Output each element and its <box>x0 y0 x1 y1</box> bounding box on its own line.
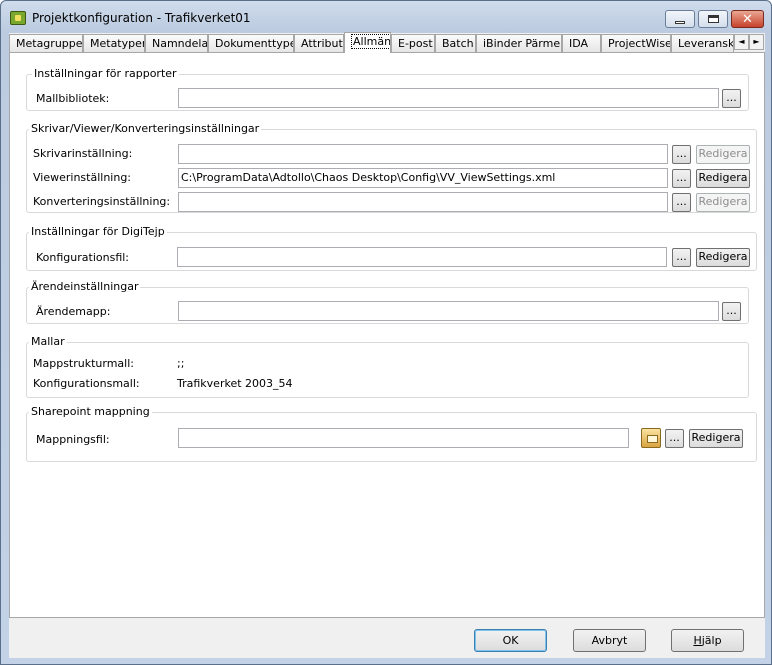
konfigurationsfil-field[interactable] <box>177 247 667 267</box>
konfigurationsmall-label: Konfigurationsmall: <box>33 377 140 390</box>
tab-e-post[interactable]: E-post <box>391 34 435 52</box>
mappstrukturmall-label: Mappstrukturmall: <box>33 357 134 370</box>
help-mnemonic: H <box>693 634 702 647</box>
mallbibliotek-field[interactable] <box>178 88 719 108</box>
group-digitejp: Inställningar för DigiTejp Konfiguration… <box>26 225 757 271</box>
tab-ida[interactable]: IDA <box>562 34 601 52</box>
skrivarinstallning-edit-button[interactable]: Redigera <box>696 145 750 164</box>
mappstrukturmall-value: ;; <box>177 357 185 370</box>
tab-allmant[interactable]: Allmänt <box>344 32 391 53</box>
konfigurationsfil-edit-button[interactable]: Redigera <box>696 248 750 267</box>
tab-attribut[interactable]: Attribut <box>294 34 344 52</box>
skrivarinstallning-label: Skrivarinställning: <box>33 147 133 160</box>
arrow-left-icon: ◄ <box>738 37 745 46</box>
tab-strip: Metagrupper Metatyper Namndelar Dokument… <box>9 32 765 53</box>
title-bar[interactable]: Projektkonfiguration - Trafikverket01 ✕ <box>1 1 771 33</box>
viewerinstallning-edit-button[interactable]: Redigera <box>696 169 750 188</box>
close-icon: ✕ <box>742 11 753 27</box>
group-title: Mallar <box>29 335 67 348</box>
open-folder-icon[interactable] <box>641 428 661 448</box>
tab-projectwise[interactable]: ProjectWise <box>601 34 671 52</box>
skrivarinstallning-browse-button[interactable]: ... <box>672 145 691 164</box>
maximize-icon <box>707 15 719 23</box>
tab-scroll-left-button[interactable]: ◄ <box>734 34 749 50</box>
konverteringsinstallning-edit-button[interactable]: Redigera <box>696 193 750 212</box>
arendemapp-browse-button[interactable]: ... <box>722 302 741 321</box>
close-button[interactable]: ✕ <box>731 10 764 28</box>
group-title: Sharepoint mappning <box>29 405 152 418</box>
mallbibliotek-browse-button[interactable]: ... <box>722 89 741 108</box>
konfigurationsfil-browse-button[interactable]: ... <box>672 248 691 267</box>
skrivarinstallning-field[interactable] <box>178 144 668 164</box>
group-skrivar-viewer: Skrivar/Viewer/Konverteringsinställninga… <box>26 122 757 213</box>
konverteringsinstallning-label: Konverteringsinställning: <box>33 195 171 208</box>
konfigurationsfil-label: Konfigurationsfil: <box>36 251 130 264</box>
tab-ibinder-parmen[interactable]: iBinder Pärmen <box>476 34 562 52</box>
window-title: Projektkonfiguration - Trafikverket01 <box>32 11 251 25</box>
mappningsfil-edit-button[interactable]: Redigera <box>689 429 743 448</box>
group-sharepoint: Sharepoint mappning Mappningsfil: ... Re… <box>26 405 757 462</box>
minimize-icon <box>675 20 685 24</box>
mallbibliotek-label: Mallbibliotek: <box>36 92 110 105</box>
maximize-button[interactable] <box>698 10 728 28</box>
tab-leveranskontroll[interactable]: Leveransko <box>671 34 734 52</box>
help-label: jälp <box>701 634 722 647</box>
mappningsfil-field[interactable] <box>178 428 629 448</box>
viewerinstallning-browse-button[interactable]: ... <box>672 169 691 188</box>
arrow-right-icon: ► <box>753 37 760 46</box>
tab-namndelar[interactable]: Namndelar <box>145 34 208 52</box>
ok-button[interactable]: OK <box>474 629 547 652</box>
group-mallar: Mallar Mappstrukturmall: ;; Konfiguratio… <box>26 335 749 398</box>
mappningsfil-browse-button[interactable]: ... <box>665 429 684 448</box>
group-title: Inställningar för DigiTejp <box>29 225 167 238</box>
viewerinstallning-label: Viewerinställning: <box>33 171 132 184</box>
group-title: Ärendeinställningar <box>29 280 141 293</box>
minimize-button[interactable] <box>665 10 695 28</box>
konverteringsinstallning-field[interactable] <box>178 192 668 212</box>
tab-dokumenttyper[interactable]: Dokumenttyper <box>208 34 294 52</box>
mappningsfil-label: Mappningsfil: <box>36 433 110 446</box>
arendemapp-field[interactable] <box>178 301 719 321</box>
viewerinstallning-field[interactable]: C:\ProgramData\Adtollo\Chaos Desktop\Con… <box>178 168 668 188</box>
group-title: Skrivar/Viewer/Konverteringsinställninga… <box>29 122 262 135</box>
konfigurationsmall-value: Trafikverket 2003_54 <box>177 377 293 390</box>
dialog-client-area: Metagrupper Metatyper Namndelar Dokument… <box>9 32 765 658</box>
app-icon <box>10 11 26 25</box>
group-rapporter: Inställningar för rapporter Mallbibliote… <box>26 67 749 111</box>
tab-metagrupper[interactable]: Metagrupper <box>9 34 83 52</box>
tab-panel-allmant: Inställningar för rapporter Mallbibliote… <box>9 52 765 618</box>
help-button[interactable]: Hjälp <box>671 629 744 652</box>
tab-metatyper[interactable]: Metatyper <box>83 34 145 52</box>
group-title: Inställningar för rapporter <box>32 67 179 80</box>
konverteringsinstallning-browse-button[interactable]: ... <box>672 193 691 212</box>
dialog-window: Projektkonfiguration - Trafikverket01 ✕ … <box>0 0 772 665</box>
group-arende: Ärendeinställningar Ärendemapp: ... <box>26 280 749 324</box>
tab-scroll-right-button[interactable]: ► <box>749 34 764 50</box>
tab-batch[interactable]: Batch <box>435 34 476 52</box>
arendemapp-label: Ärendemapp: <box>36 305 111 318</box>
cancel-button[interactable]: Avbryt <box>573 629 646 652</box>
